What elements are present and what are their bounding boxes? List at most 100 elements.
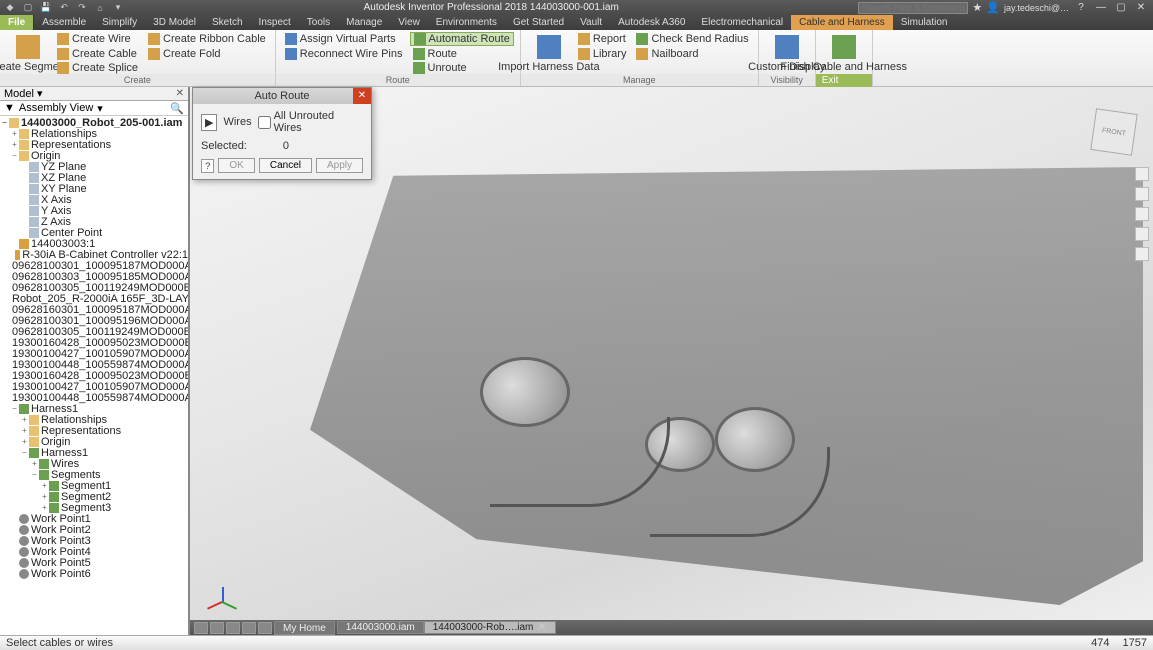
tree-item[interactable]: Work Point4 <box>0 546 188 557</box>
tab-3d-model[interactable]: 3D Model <box>145 15 204 30</box>
route-button[interactable]: Route <box>410 47 514 61</box>
star-icon[interactable]: ★ <box>972 1 982 14</box>
all-unrouted-input[interactable] <box>258 116 271 129</box>
tab-autodesk-a360[interactable]: Autodesk A360 <box>610 15 693 30</box>
signin-icon[interactable]: 👤 <box>986 1 1000 14</box>
nav-orbit-icon[interactable] <box>1135 187 1149 201</box>
tab-simulation[interactable]: Simulation <box>893 15 956 30</box>
tree-item[interactable]: Robot_205_R-2000iA 165F_3D-LAYOUT:1 <box>0 293 188 304</box>
exit-button[interactable]: Exit <box>816 74 872 88</box>
document-tab[interactable]: 144003000-Rob….iam✕ <box>424 621 556 634</box>
document-tab[interactable]: 144003000.iam <box>337 621 424 634</box>
report-button[interactable]: Report <box>575 32 630 46</box>
check-bend-radius-button[interactable]: Check Bend Radius <box>633 32 751 46</box>
qat-redo-icon[interactable]: ↷ <box>76 2 88 14</box>
tree-item[interactable]: Center Point <box>0 227 188 238</box>
tree-item[interactable]: X Axis <box>0 194 188 205</box>
select-arrow-icon[interactable]: ▶ <box>201 114 217 131</box>
qat-open-icon[interactable]: ▢ <box>22 2 34 14</box>
tree-item[interactable]: 144003003:1 <box>0 238 188 249</box>
tree-item[interactable]: +Segment3 <box>0 502 188 513</box>
tree-item[interactable]: Work Point2 <box>0 524 188 535</box>
tree-item[interactable]: +Segment2 <box>0 491 188 502</box>
nailboard-button[interactable]: Nailboard <box>633 47 751 61</box>
tree-item[interactable]: 09628100305_100119249MOD000B (AS1-I2):1 <box>0 326 188 337</box>
tree-item[interactable]: +Representations <box>0 139 188 150</box>
ok-button[interactable]: OK <box>218 158 254 173</box>
tree-root[interactable]: −144003000_Robot_205-001.iam <box>0 117 188 128</box>
view-mode-icon[interactable] <box>226 622 240 634</box>
tree-item[interactable]: 09628100303_100095185MOD000A (RP1-J1):1 <box>0 271 188 282</box>
tree-item[interactable]: 19300100427_100105907MOD000A (RP1-P2):1 <box>0 381 188 392</box>
tree-item[interactable]: Work Point6 <box>0 568 188 579</box>
tab-view[interactable]: View <box>390 15 428 30</box>
create-splice-button[interactable]: Create Splice <box>54 61 141 75</box>
tree-item[interactable]: 09628100305_100119249MOD000B (AS1-I1):1 <box>0 282 188 293</box>
nav-look-icon[interactable] <box>1135 247 1149 261</box>
tab-electromechanical[interactable]: Electromechanical <box>693 15 791 30</box>
automatic-route-button[interactable]: Automatic Route <box>410 32 514 46</box>
tree-item[interactable]: YZ Plane <box>0 161 188 172</box>
tree-item[interactable]: XZ Plane <box>0 172 188 183</box>
tree-item[interactable]: 19300100427_100105907MOD000A (RP1-P1):1 <box>0 348 188 359</box>
assign-virtual-parts-button[interactable]: Assign Virtual Parts <box>282 32 406 46</box>
tree-item[interactable]: −Harness1 <box>0 447 188 458</box>
tree-item[interactable]: 19300160428_100095023MOD000B (RM1-P2):1 <box>0 370 188 381</box>
library-button[interactable]: Library <box>575 47 630 61</box>
tree-item[interactable]: Work Point1 <box>0 513 188 524</box>
tree-item[interactable]: R-30iA B-Cabinet Controller v22:1 <box>0 249 188 260</box>
tree-item[interactable]: +Segment1 <box>0 480 188 491</box>
reconnect-wire-pins-button[interactable]: Reconnect Wire Pins <box>282 47 406 61</box>
qat-home-icon[interactable]: ⌂ <box>94 2 106 14</box>
nav-zoom-icon[interactable] <box>1135 227 1149 241</box>
tab-cable-and-harness[interactable]: Cable and Harness <box>791 15 893 30</box>
nav-pan-icon[interactable] <box>1135 207 1149 221</box>
tree-item[interactable]: +Representations <box>0 425 188 436</box>
tree-item[interactable]: 09628100301_100095187MOD000A (RM1-I1):1 <box>0 260 188 271</box>
find-icon[interactable]: 🔍 <box>170 102 184 115</box>
qat-undo-icon[interactable]: ↶ <box>58 2 70 14</box>
tab-vault[interactable]: Vault <box>572 15 610 30</box>
tab-environments[interactable]: Environments <box>428 15 505 30</box>
dialog-help-button[interactable]: ? <box>201 159 214 173</box>
tab-get-started[interactable]: Get Started <box>505 15 572 30</box>
filter-icon[interactable]: ▼ <box>4 102 15 114</box>
tab-tools[interactable]: Tools <box>299 15 338 30</box>
create-wire-button[interactable]: Create Wire <box>54 32 141 46</box>
qat-save-icon[interactable]: 💾 <box>40 2 52 14</box>
maximize-button[interactable]: ▢ <box>1113 2 1129 13</box>
tab-simplify[interactable]: Simplify <box>94 15 145 30</box>
tab-assemble[interactable]: Assemble <box>34 15 94 30</box>
tab-sketch[interactable]: Sketch <box>204 15 251 30</box>
view-cube[interactable]: FRONT <box>1090 108 1137 155</box>
close-button[interactable]: ✕ <box>1133 2 1149 13</box>
tree-item[interactable]: 19300160428_100095023MOD000B (RM1-P1):1 <box>0 337 188 348</box>
tree-item[interactable]: 19300100448_100559874MOD000A (AS1-P1):1 <box>0 359 188 370</box>
assembly-view-bar[interactable]: ▼ Assembly View ▾ 🔍 <box>0 101 188 116</box>
tab-manage[interactable]: Manage <box>338 15 390 30</box>
apply-button[interactable]: Apply <box>316 158 363 173</box>
tab-my-home[interactable]: My Home <box>274 621 335 635</box>
tree-item[interactable]: 19300100448_100559874MOD000A (AS1-P2):1 <box>0 392 188 403</box>
tree-item[interactable]: −Segments <box>0 469 188 480</box>
minimize-button[interactable]: — <box>1093 2 1109 13</box>
help-icon[interactable]: ? <box>1073 2 1089 13</box>
create-fold-button[interactable]: Create Fold <box>145 47 269 61</box>
create-segment-button[interactable]: Create Segment <box>6 32 50 75</box>
view-mode-icon[interactable] <box>258 622 272 634</box>
nav-home-icon[interactable] <box>1135 167 1149 181</box>
tab-close-icon[interactable]: ✕ <box>537 621 546 633</box>
create-ribbon-cable-button[interactable]: Create Ribbon Cable <box>145 32 269 46</box>
tree-item[interactable]: −Harness1 <box>0 403 188 414</box>
all-unrouted-checkbox[interactable]: All Unrouted Wires <box>258 110 363 134</box>
view-mode-icon[interactable] <box>194 622 208 634</box>
tree-item[interactable]: 09628100301_100095196MOD000A (RP1-J2):1 <box>0 315 188 326</box>
tree-item[interactable]: +Wires <box>0 458 188 469</box>
tree-item[interactable]: Z Axis <box>0 216 188 227</box>
tab-file[interactable]: File <box>0 15 34 30</box>
app-icon[interactable]: ◆ <box>4 2 16 14</box>
cancel-button[interactable]: Cancel <box>259 158 312 173</box>
tree-item[interactable]: Y Axis <box>0 205 188 216</box>
tree-item[interactable]: Work Point3 <box>0 535 188 546</box>
qat-more-icon[interactable]: ▾ <box>112 2 124 14</box>
